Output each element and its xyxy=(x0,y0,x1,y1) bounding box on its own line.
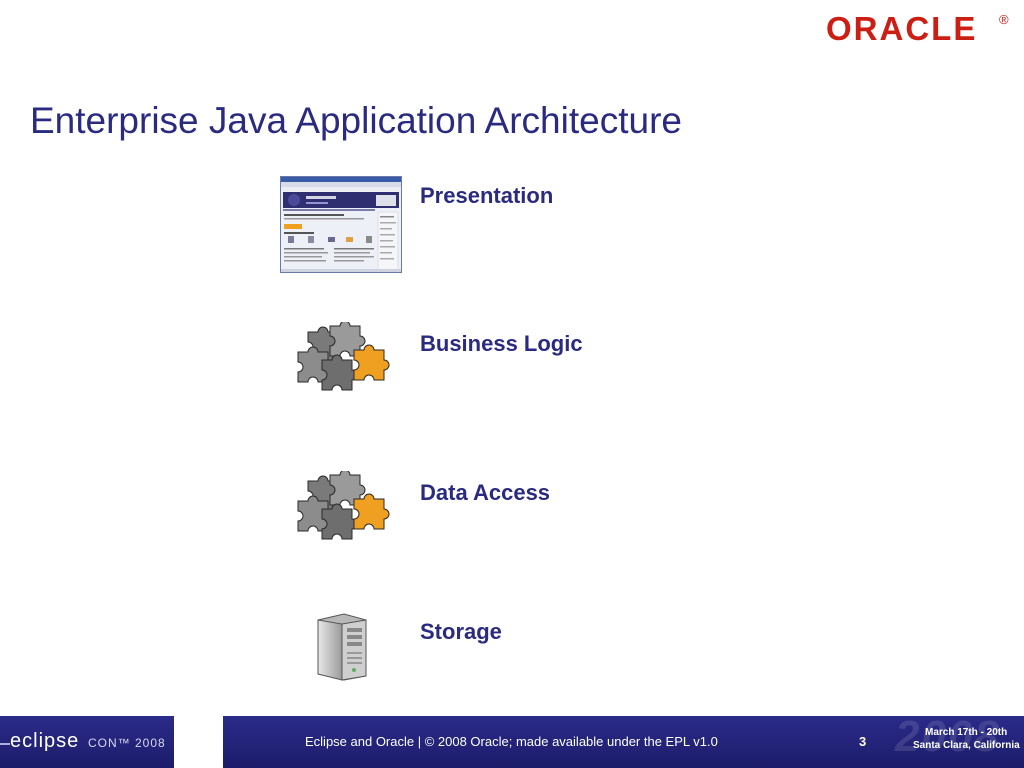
puzzle-pieces-icon xyxy=(294,469,390,545)
page-number: 3 xyxy=(859,734,867,749)
footer-bar: 2008 Eclipse and Oracle | © 2008 Oracle;… xyxy=(223,716,1024,768)
puzzle-pieces-icon xyxy=(294,320,390,396)
layer-label-business-logic: Business Logic xyxy=(420,331,583,356)
event-dates-line1: March 17th - 20th xyxy=(925,727,1008,738)
layer-label-presentation: Presentation xyxy=(420,183,554,208)
eclipsecon-year: CON™ 2008 xyxy=(88,736,166,750)
eclipsecon-logo: eclipse CON™ 2008 xyxy=(0,716,174,768)
eclipse-logo-text: eclipse xyxy=(10,730,80,752)
registered-mark: ® xyxy=(999,12,1009,27)
slide-title: Enterprise Java Application Architecture xyxy=(30,100,682,141)
layer-label-data-access: Data Access xyxy=(420,480,551,505)
event-location: Santa Clara, California xyxy=(913,740,1020,751)
oracle-logo: ORACLE ® xyxy=(826,10,1016,47)
oracle-logo-text: ORACLE xyxy=(826,10,978,47)
browser-screenshot-icon xyxy=(280,176,402,273)
server-tower-icon xyxy=(314,612,370,682)
logo-line xyxy=(0,743,10,745)
event-dates: March 17th - 20th Santa Clara, Californi… xyxy=(913,726,1020,752)
footer-copyright: Eclipse and Oracle | © 2008 Oracle; made… xyxy=(305,734,718,749)
layer-label-storage: Storage xyxy=(420,619,502,644)
